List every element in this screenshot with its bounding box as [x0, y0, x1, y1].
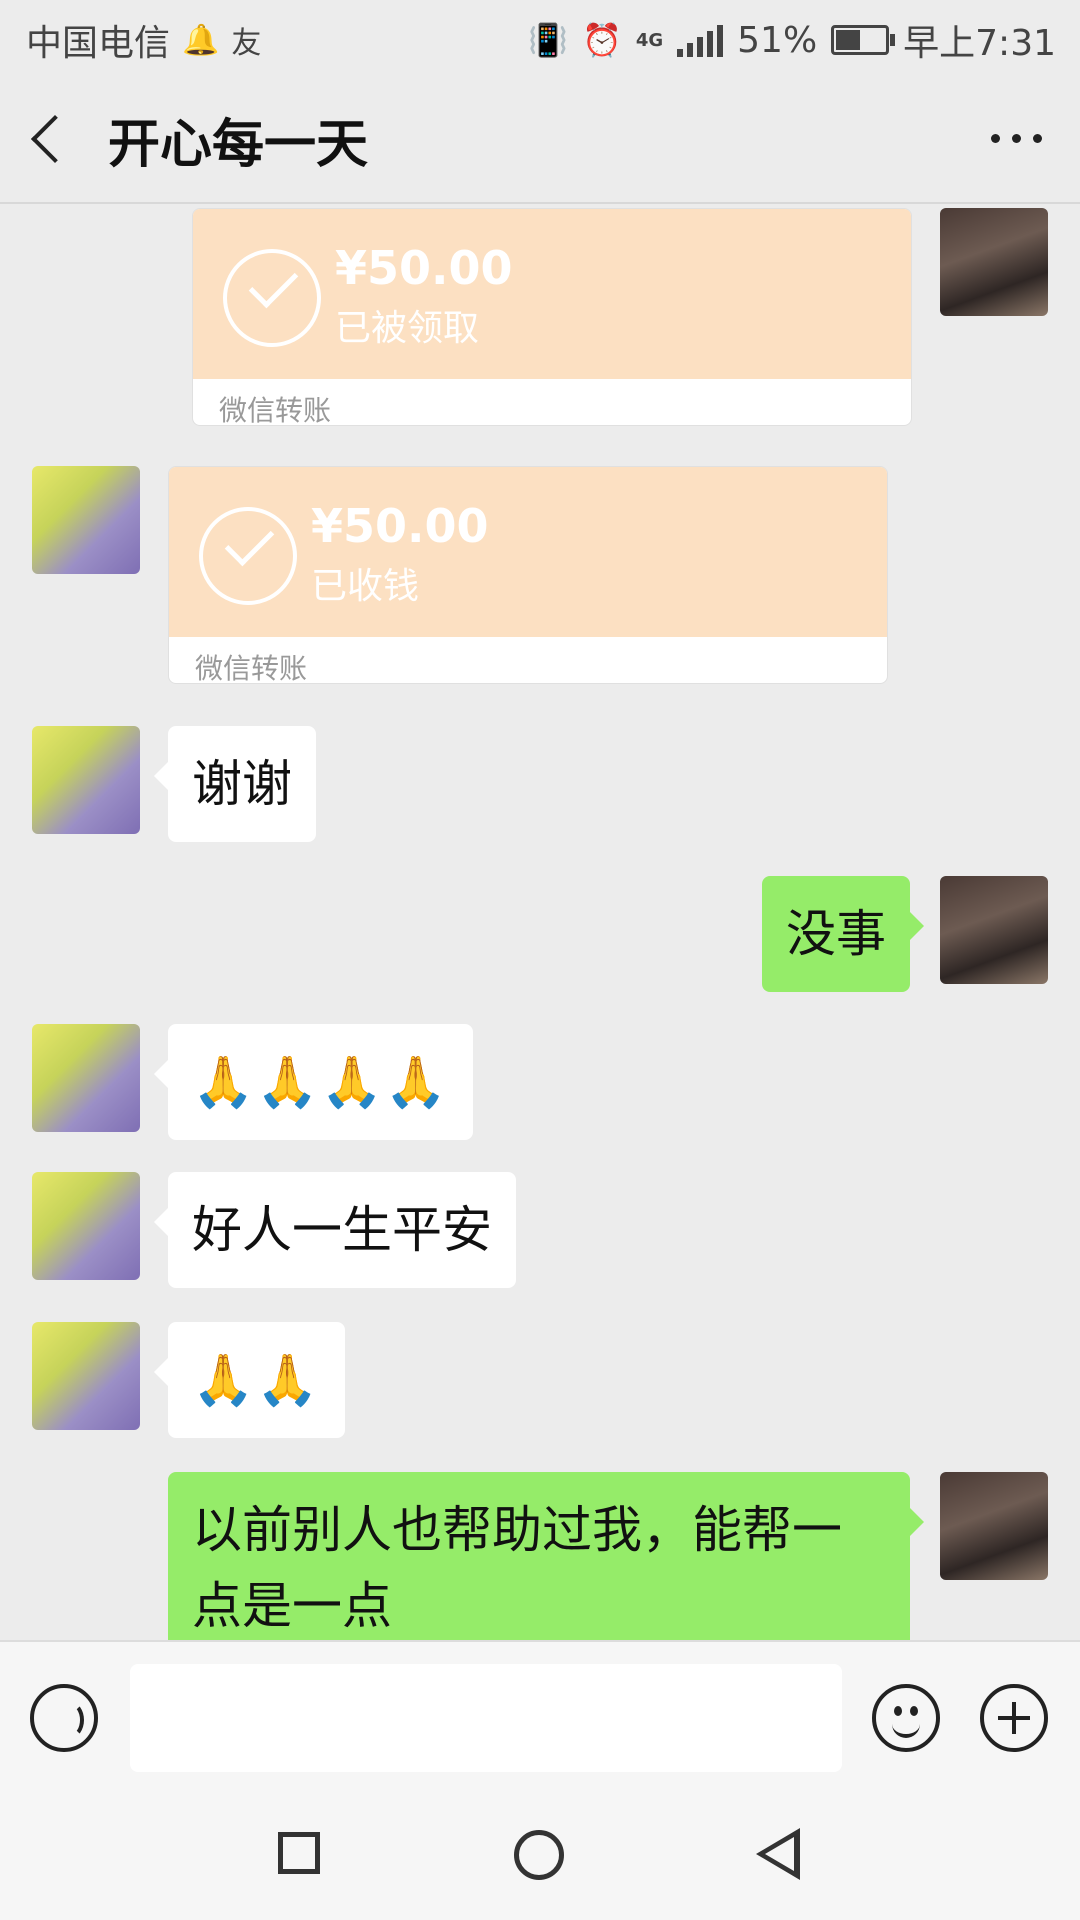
home-icon[interactable]: [514, 1830, 564, 1880]
contact-avatar[interactable]: [32, 1172, 140, 1280]
self-avatar[interactable]: [940, 876, 1048, 984]
self-avatar[interactable]: [940, 208, 1048, 316]
message-input[interactable]: [130, 1664, 842, 1772]
transfer-label: 微信转账: [219, 394, 332, 426]
message-list[interactable]: ¥50.00 已被领取 微信转账 ¥50.00 已收钱 微信转账 谢谢 没事 🙏…: [0, 204, 1080, 1640]
transfer-amount: ¥50.00: [311, 499, 489, 553]
time-label: 早上7:31: [903, 23, 1056, 64]
signal-icon: [677, 23, 724, 57]
check-icon: [223, 249, 321, 347]
emoji-message[interactable]: 🙏🙏🙏🙏: [153, 1024, 474, 1140]
system-nav-bar: [0, 1792, 1080, 1920]
transfer-card[interactable]: ¥50.00 已被领取 微信转账: [192, 208, 912, 426]
battery-icon: [831, 25, 896, 55]
self-avatar[interactable]: [940, 1472, 1048, 1580]
contact-avatar[interactable]: [32, 1024, 140, 1132]
more-dots-icon[interactable]: [991, 134, 1042, 143]
plus-icon[interactable]: [980, 1684, 1048, 1752]
message-bubble[interactable]: 谢谢: [154, 726, 316, 842]
network-label: 4G: [635, 29, 664, 51]
status-bar: 中国电信 🔔 友 📳 ⏰ 4G 51% 早上7:31: [0, 0, 1080, 76]
input-bar: [0, 1640, 1080, 1794]
transfer-label: 微信转账: [195, 652, 308, 684]
back-icon[interactable]: [756, 1828, 800, 1880]
friend-request-icon: 友: [231, 26, 262, 61]
emoji-icon[interactable]: [872, 1684, 940, 1752]
chat-header: 开心每一天: [0, 76, 1080, 204]
check-icon: [199, 507, 297, 605]
vibrate-icon: 📳: [528, 21, 568, 59]
alarm-icon: ⏰: [581, 21, 622, 59]
transfer-card[interactable]: ¥50.00 已收钱 微信转账: [168, 466, 888, 684]
message-bubble[interactable]: 以前别人也帮助过我，能帮一点是一点: [168, 1472, 924, 1640]
carrier-label: 中国电信: [26, 23, 171, 64]
contact-avatar[interactable]: [32, 726, 140, 834]
chat-title: 开心每一天: [108, 115, 369, 175]
chevron-left-icon[interactable]: [30, 114, 80, 164]
transfer-amount: ¥50.00: [335, 241, 513, 295]
message-bubble[interactable]: 好人一生平安: [154, 1172, 516, 1288]
voice-icon[interactable]: [30, 1684, 98, 1752]
transfer-status: 已收钱: [311, 566, 420, 607]
recent-apps-icon[interactable]: [278, 1832, 320, 1874]
notification-bell-icon: 🔔: [182, 22, 220, 58]
transfer-status: 已被领取: [335, 308, 480, 349]
contact-avatar[interactable]: [32, 1322, 140, 1430]
battery-label: 51%: [737, 19, 818, 61]
contact-avatar[interactable]: [32, 466, 140, 574]
message-bubble[interactable]: 没事: [762, 876, 924, 992]
emoji-message[interactable]: 🙏🙏: [154, 1322, 345, 1438]
